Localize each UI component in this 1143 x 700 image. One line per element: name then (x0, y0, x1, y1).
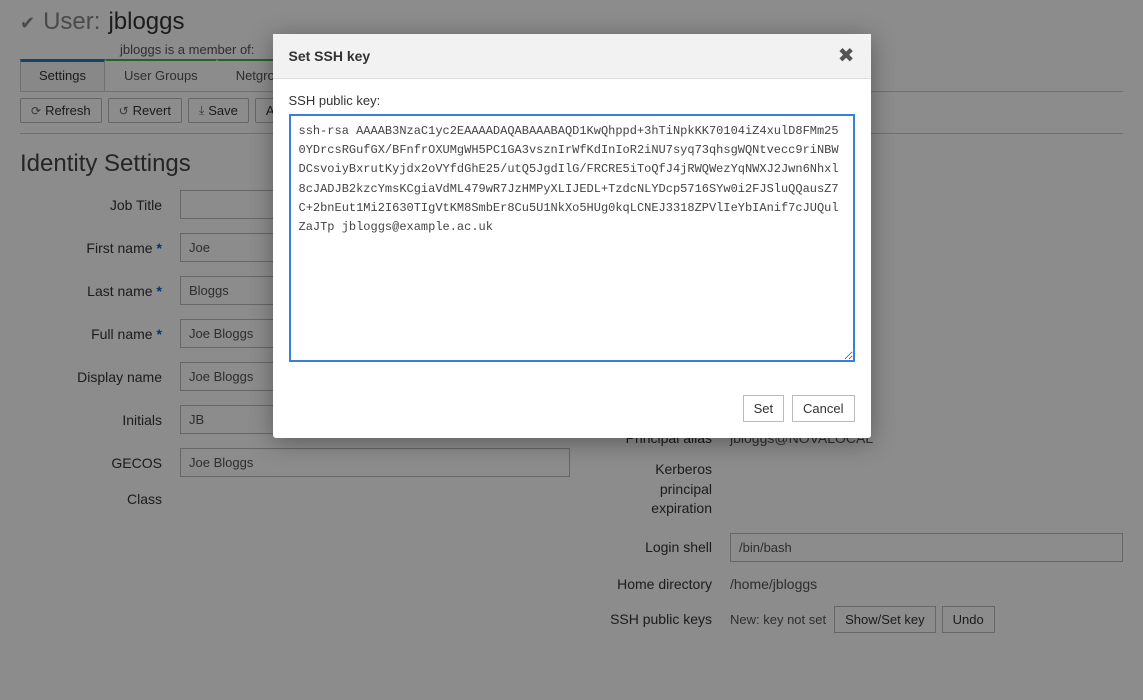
modal-title: Set SSH key (289, 48, 371, 64)
ssh-key-textarea[interactable] (289, 114, 855, 362)
ssh-key-modal: Set SSH key ✖ SSH public key: Set Cancel (273, 34, 871, 438)
cancel-button[interactable]: Cancel (792, 395, 854, 422)
close-icon[interactable]: ✖ (838, 46, 855, 66)
ssh-key-label: SSH public key: (289, 93, 855, 108)
set-button[interactable]: Set (743, 395, 785, 422)
